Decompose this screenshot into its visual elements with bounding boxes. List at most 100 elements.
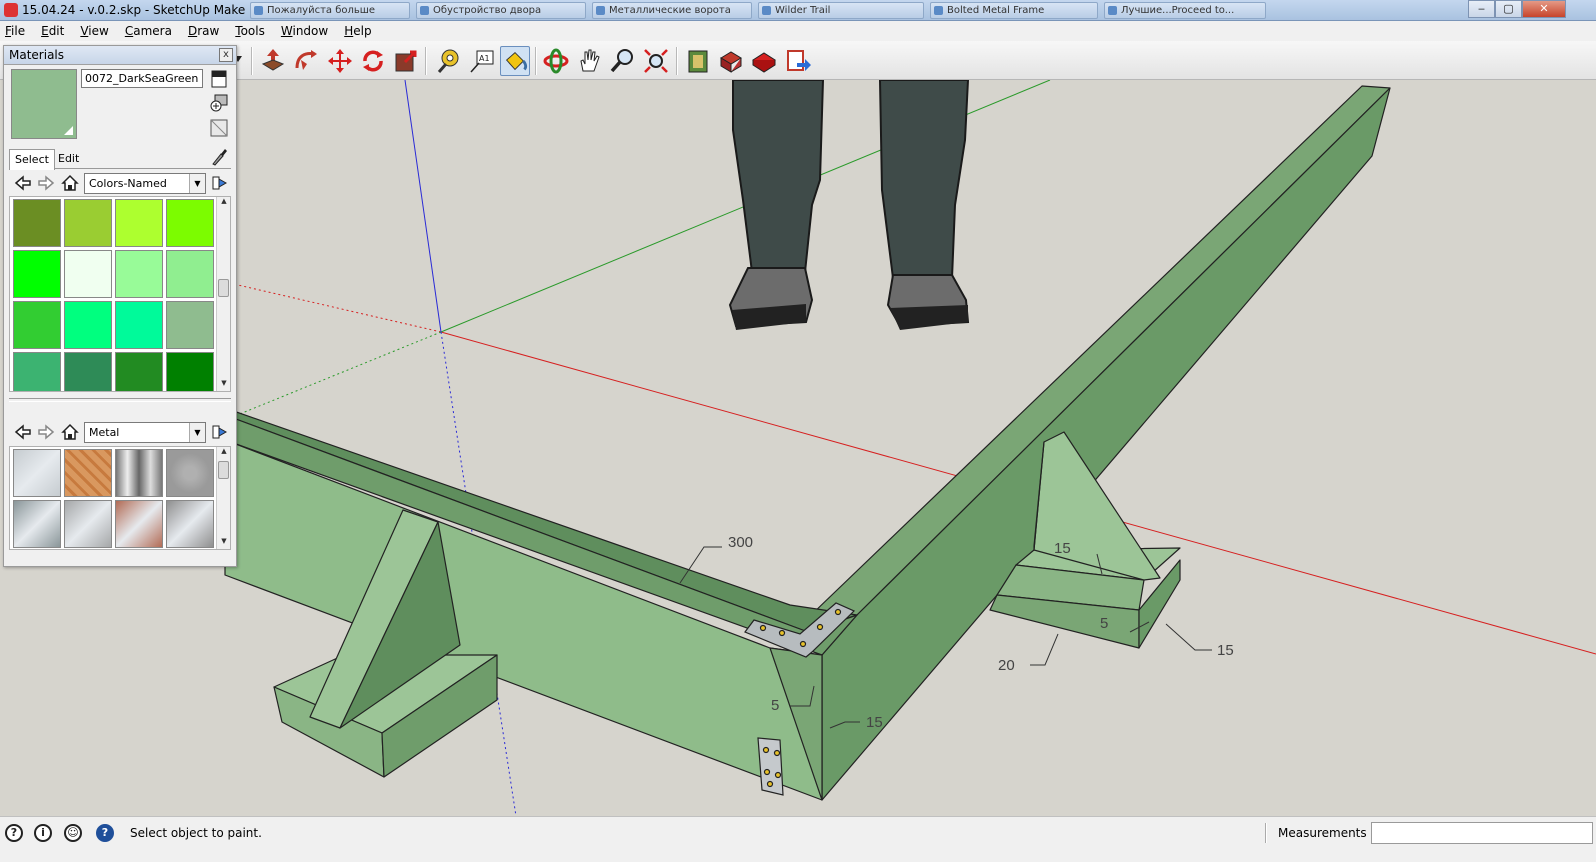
paint-bucket-tool-button[interactable] — [500, 46, 530, 76]
user-account-icon[interactable]: ☺ — [64, 824, 82, 842]
metal-swatch[interactable] — [13, 500, 61, 548]
background-tab[interactable]: Металлические ворота — [592, 2, 752, 19]
color-swatch[interactable] — [115, 352, 163, 391]
rotate-icon[interactable] — [358, 46, 388, 76]
default-material-icon[interactable] — [209, 118, 229, 138]
materials-panel-header[interactable]: Materials x — [4, 46, 236, 65]
metal-swatch[interactable] — [115, 449, 163, 497]
menu-file[interactable]: File — [5, 24, 25, 38]
home-icon[interactable] — [61, 174, 79, 192]
color-swatch[interactable] — [13, 199, 61, 247]
credits-icon[interactable]: i — [34, 824, 52, 842]
push-pull-icon[interactable] — [258, 46, 288, 76]
display-secondary-pane-icon[interactable] — [209, 69, 229, 89]
details-arrow-icon[interactable] — [211, 174, 229, 192]
help-icon[interactable]: ? — [96, 824, 114, 842]
background-tab[interactable]: Bolted Metal Frame — [930, 2, 1098, 19]
maximize-button[interactable]: ▢ — [1495, 0, 1522, 18]
forward-arrow-icon[interactable] — [37, 174, 55, 192]
metal-swatch[interactable] — [13, 449, 61, 497]
background-tab[interactable]: Пожалуйста больше — [250, 2, 410, 19]
chevron-down-icon[interactable]: ▼ — [189, 174, 205, 193]
share-model-icon[interactable] — [716, 46, 746, 76]
zoom-magnifier-icon[interactable] — [607, 46, 637, 76]
color-swatch[interactable] — [13, 352, 61, 391]
swatch-scrollbar[interactable]: ▲ ▼ — [216, 197, 230, 391]
scroll-thumb[interactable] — [218, 461, 229, 479]
metal-swatch[interactable] — [115, 500, 163, 548]
library-select-metal[interactable]: Metal ▼ — [84, 422, 206, 443]
current-material-preview[interactable] — [11, 69, 77, 139]
color-swatch[interactable] — [13, 301, 61, 349]
color-swatch[interactable] — [64, 250, 112, 298]
scale-icon[interactable] — [391, 46, 421, 76]
model-canvas[interactable]: 300 15 5 20 5 15 15 — [0, 80, 1596, 816]
color-swatch[interactable] — [64, 199, 112, 247]
dimension-15-right[interactable]: 15 — [1217, 642, 1234, 659]
dimension-5-right[interactable]: 5 — [1100, 615, 1108, 632]
dimension-300[interactable]: 300 — [728, 534, 753, 551]
geo-location-icon[interactable]: ? — [5, 824, 23, 842]
menu-window[interactable]: Window — [281, 24, 328, 38]
tab-select[interactable]: Select — [9, 149, 55, 170]
pane-divider[interactable] — [9, 398, 231, 402]
dimension-20[interactable]: 20 — [998, 657, 1015, 674]
color-swatch[interactable] — [115, 250, 163, 298]
color-swatch[interactable] — [115, 199, 163, 247]
menu-edit[interactable]: Edit — [41, 24, 64, 38]
dimension-15-top[interactable]: 15 — [1054, 540, 1071, 557]
swatch-scrollbar[interactable]: ▲ ▼ — [216, 447, 230, 549]
metal-swatch[interactable] — [64, 500, 112, 548]
color-swatch[interactable] — [166, 301, 214, 349]
corner-bracket-side[interactable] — [757, 737, 784, 796]
tape-measure-icon[interactable] — [433, 46, 463, 76]
background-tab[interactable]: Лучшие...Proceed to... — [1104, 2, 1266, 19]
minimize-button[interactable]: ‒ — [1468, 0, 1495, 18]
details-arrow-icon[interactable] — [211, 423, 229, 441]
color-swatch[interactable] — [166, 250, 214, 298]
zoom-extents-icon[interactable] — [641, 46, 671, 76]
menu-tools[interactable]: Tools — [235, 24, 265, 38]
metal-swatch[interactable] — [166, 449, 214, 497]
follow-me-icon[interactable] — [291, 46, 321, 76]
scroll-up-icon[interactable]: ▲ — [217, 447, 230, 459]
close-button[interactable]: ✕ — [1522, 0, 1566, 18]
color-swatch[interactable] — [13, 250, 61, 298]
scroll-up-icon[interactable]: ▲ — [217, 197, 230, 209]
orbit-icon[interactable] — [541, 46, 571, 76]
chevron-down-icon[interactable]: ▼ — [189, 423, 205, 442]
color-swatch[interactable] — [64, 352, 112, 391]
dimension-5-front[interactable]: 5 — [771, 697, 779, 714]
3d-warehouse-icon[interactable] — [683, 46, 713, 76]
create-material-icon[interactable] — [209, 93, 229, 113]
human-scale-figure[interactable] — [728, 80, 970, 330]
model-viewport[interactable]: 300 15 5 20 5 15 15 — [0, 80, 1596, 816]
color-swatch[interactable] — [64, 301, 112, 349]
background-tab[interactable]: Обустройство двора — [416, 2, 586, 19]
library-select-colors[interactable]: Colors-Named ▼ — [84, 173, 206, 194]
color-swatch[interactable] — [166, 199, 214, 247]
dimension-15-front[interactable]: 15 — [866, 714, 883, 731]
tab-edit[interactable]: Edit — [53, 149, 84, 169]
color-swatch[interactable] — [166, 352, 214, 391]
back-arrow-icon[interactable] — [14, 423, 32, 441]
measurements-input[interactable] — [1371, 822, 1593, 844]
back-arrow-icon[interactable] — [14, 174, 32, 192]
materials-close-button[interactable]: x — [219, 48, 233, 62]
metal-swatch[interactable] — [166, 500, 214, 548]
scroll-down-icon[interactable]: ▼ — [217, 379, 230, 391]
home-icon[interactable] — [61, 423, 79, 441]
text-label-icon[interactable]: A1 — [467, 46, 497, 76]
color-swatch[interactable] — [115, 301, 163, 349]
move-icon[interactable] — [325, 46, 355, 76]
scroll-thumb[interactable] — [218, 279, 229, 297]
menu-view[interactable]: View — [80, 24, 108, 38]
metal-swatch[interactable] — [64, 449, 112, 497]
material-name-field[interactable]: 0072_DarkSeaGreen — [81, 69, 203, 88]
menu-help[interactable]: Help — [344, 24, 371, 38]
menu-camera[interactable]: Camera — [125, 24, 172, 38]
pan-hand-icon[interactable] — [574, 46, 604, 76]
scroll-down-icon[interactable]: ▼ — [217, 537, 230, 549]
extension-warehouse-icon[interactable] — [749, 46, 779, 76]
send-to-layout-icon[interactable] — [783, 46, 813, 76]
